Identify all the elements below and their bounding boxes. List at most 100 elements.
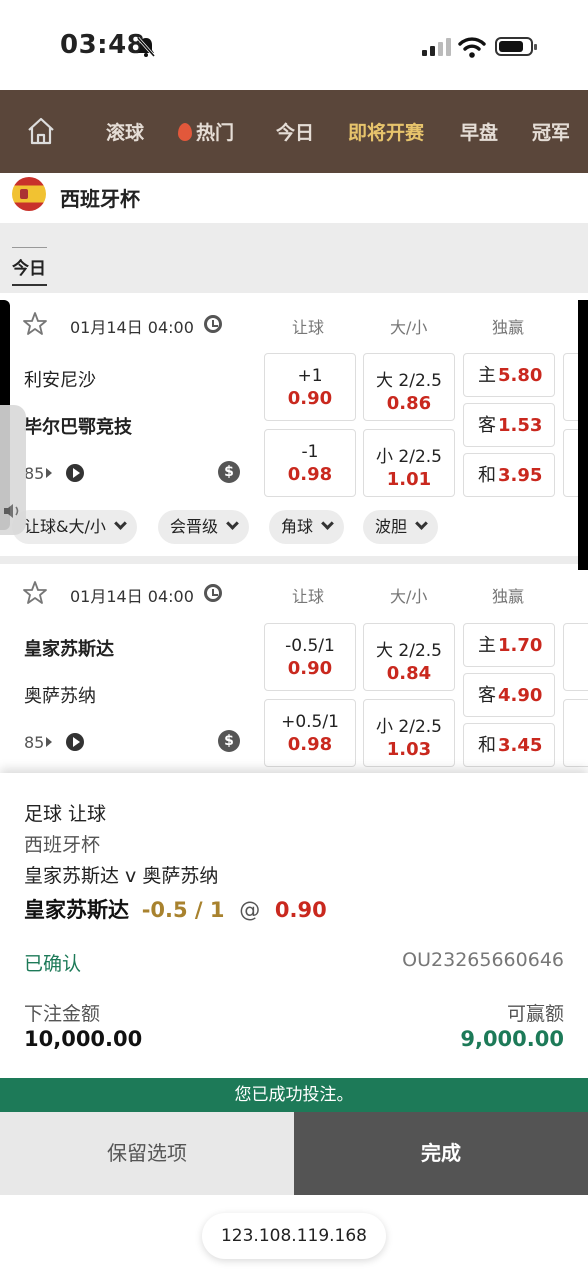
hdp-line: -0.5/1 xyxy=(285,636,335,656)
col-handicap: 让球 xyxy=(292,318,325,337)
status-bar: 03:48 xyxy=(0,0,588,90)
success-banner: 您已成功投注。 xyxy=(0,1078,588,1112)
odds-cell[interactable] xyxy=(563,699,588,767)
ml-odds: 3.95 xyxy=(498,465,543,486)
tab-early[interactable]: 早盘 xyxy=(460,118,498,145)
stake-label: 下注金额 xyxy=(24,1003,101,1025)
hdp-odds: 0.90 xyxy=(287,658,333,679)
ml-label: 客 xyxy=(478,415,496,436)
home-icon[interactable] xyxy=(26,116,56,146)
clock-icon xyxy=(204,584,222,602)
chip-qualify[interactable]: 会晋级 xyxy=(158,510,250,544)
chevron-down-icon xyxy=(114,517,127,530)
chip-correct-score[interactable]: 波胆 xyxy=(363,510,439,544)
tab-today[interactable]: 今日 xyxy=(276,118,314,145)
top-nav: 滚球 热门 今日 即将开赛 早盘 冠军 xyxy=(0,90,588,173)
bell-mute-icon xyxy=(136,37,156,57)
ou-line: 大 2/2.5 xyxy=(376,371,442,391)
wifi-icon xyxy=(458,37,486,58)
odds-cell[interactable]: 客 1.53 xyxy=(463,403,555,447)
ou-line: 小 2/2.5 xyxy=(376,717,442,737)
ml-odds: 1.70 xyxy=(498,635,543,656)
odds-cell[interactable]: 和 3.45 xyxy=(463,723,555,767)
market-count[interactable]: 85 xyxy=(24,464,44,483)
chevron-down-icon xyxy=(321,517,334,530)
odds-cell[interactable]: 主 5.80 xyxy=(463,353,555,397)
battery-icon xyxy=(495,37,537,56)
favorite-star-icon[interactable] xyxy=(22,311,48,337)
chip-label: 波胆 xyxy=(375,517,408,536)
market-count[interactable]: 85 xyxy=(24,733,44,752)
ml-label: 和 xyxy=(478,735,496,756)
match-datetime: 01月14日 04:00 xyxy=(70,587,194,606)
chip-hdp-ou[interactable]: 让球&大/小 xyxy=(12,510,137,544)
video-play-icon[interactable] xyxy=(66,733,84,751)
hdp-odds: 0.90 xyxy=(287,388,333,409)
odds-cell[interactable]: 小 2/2.5 1.03 xyxy=(363,699,455,767)
cashout-icon[interactable]: $ xyxy=(218,461,240,483)
odds-cell[interactable]: 客 4.90 xyxy=(463,673,555,717)
odds-cell[interactable]: -1 0.98 xyxy=(264,429,356,497)
odds-cell[interactable]: 小 2/2.5 1.01 xyxy=(363,429,455,497)
col-moneyline: 独赢 xyxy=(492,587,525,606)
ou-odds: 0.86 xyxy=(386,393,432,414)
hdp-line: -1 xyxy=(301,442,319,462)
slip-league: 西班牙杯 xyxy=(24,834,101,856)
play-icon[interactable] xyxy=(46,468,52,478)
ml-label: 客 xyxy=(478,685,496,706)
hdp-odds: 0.98 xyxy=(287,464,333,485)
selection-odds: 0.90 xyxy=(274,898,327,922)
screen-edge xyxy=(578,300,588,570)
video-play-icon[interactable] xyxy=(66,464,84,482)
win-label: 可赢额 xyxy=(506,1003,564,1025)
tab-upcoming[interactable]: 即将开赛 xyxy=(348,118,424,145)
tab-outright[interactable]: 冠军 xyxy=(532,118,570,145)
odds-cell[interactable]: 和 3.95 xyxy=(463,453,555,497)
odds-cell[interactable]: +0.5/1 0.98 xyxy=(264,699,356,767)
at-symbol: @ xyxy=(239,898,261,922)
col-handicap: 让球 xyxy=(292,587,325,606)
odds-cell[interactable]: +1 0.90 xyxy=(264,353,356,421)
ou-odds: 1.03 xyxy=(386,739,432,760)
odds-cell[interactable]: -0.5/1 0.90 xyxy=(264,623,356,691)
date-filter-bar: 今日 xyxy=(0,223,588,293)
ou-odds: 1.01 xyxy=(386,469,432,490)
hdp-line: +1 xyxy=(297,366,323,386)
ml-odds: 1.53 xyxy=(498,415,543,436)
filter-today[interactable]: 今日 xyxy=(12,247,47,286)
home-team: 皇家苏斯达 xyxy=(24,639,114,660)
favorite-star-icon[interactable] xyxy=(22,580,48,606)
slip-fixture: 皇家苏斯达 v 奥萨苏纳 xyxy=(24,865,219,887)
odds-cell[interactable] xyxy=(563,623,588,691)
selection-team: 皇家苏斯达 xyxy=(24,898,129,922)
odds-cell[interactable]: 大 2/2.5 0.84 xyxy=(363,623,455,691)
volume-overlay xyxy=(0,405,26,535)
hdp-line: +0.5/1 xyxy=(281,712,339,732)
play-icon[interactable] xyxy=(46,737,52,747)
match-card: 01月14日 04:00 让球 大/小 独赢 皇家苏斯达 奥萨苏纳 85 $ -… xyxy=(0,564,588,773)
keep-selections-button[interactable]: 保留选项 xyxy=(0,1112,294,1195)
win-amount: 9,000.00 xyxy=(460,1027,564,1051)
bet-status: 已确认 xyxy=(24,953,82,975)
address-bar[interactable]: 123.108.119.168 xyxy=(202,1213,386,1259)
slip-market: 足球 让球 xyxy=(24,803,107,825)
tab-live[interactable]: 滚球 xyxy=(106,118,144,145)
cashout-icon[interactable]: $ xyxy=(218,730,240,752)
speaker-icon xyxy=(4,504,19,518)
done-button[interactable]: 完成 xyxy=(294,1112,588,1195)
chevron-down-icon xyxy=(226,517,239,530)
slip-selection: 皇家苏斯达 -0.5 / 1 @ 0.90 xyxy=(24,894,327,924)
chip-label: 角球 xyxy=(281,517,314,536)
ou-line: 小 2/2.5 xyxy=(376,447,442,467)
chip-label: 会晋级 xyxy=(170,517,219,536)
signal-icon xyxy=(422,38,451,56)
stake-amount: 10,000.00 xyxy=(24,1027,143,1051)
odds-cell[interactable]: 主 1.70 xyxy=(463,623,555,667)
col-over-under: 大/小 xyxy=(390,318,428,337)
odds-cell[interactable]: 大 2/2.5 0.86 xyxy=(363,353,455,421)
selection-handicap: -0.5 / 1 xyxy=(141,898,225,922)
match-datetime: 01月14日 04:00 xyxy=(70,318,194,337)
tab-hot[interactable]: 热门 xyxy=(178,118,234,145)
league-header[interactable]: 西班牙杯 xyxy=(0,173,588,223)
chip-corners[interactable]: 角球 xyxy=(269,510,345,544)
